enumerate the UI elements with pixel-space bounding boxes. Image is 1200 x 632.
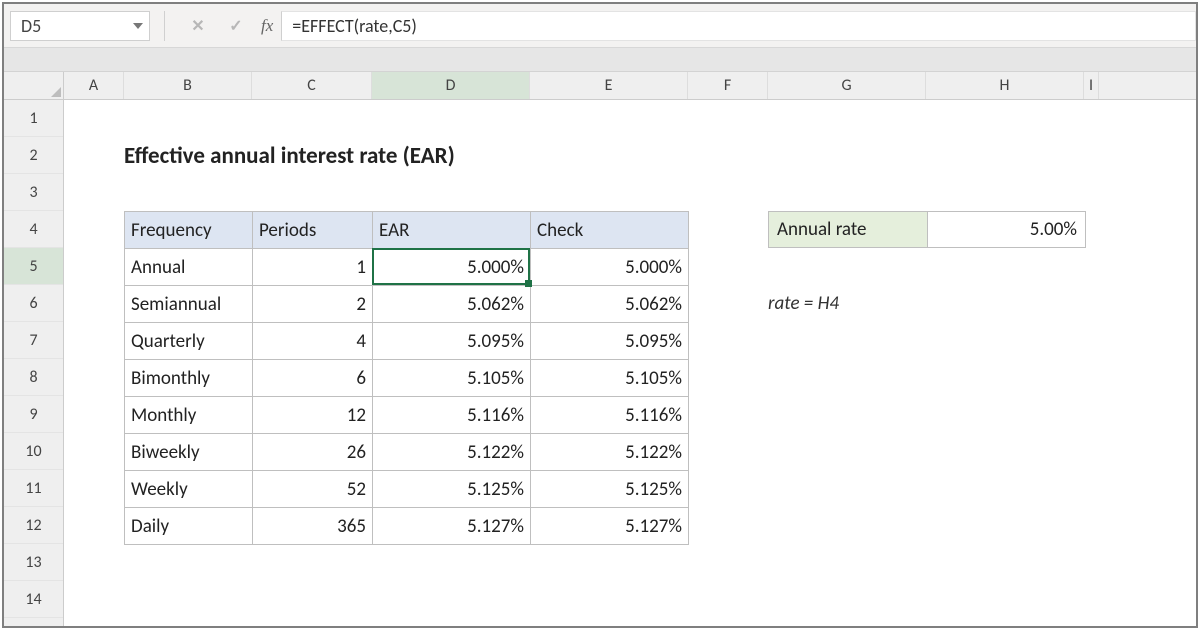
chevron-down-icon [133,23,143,29]
row-header-8[interactable]: 8 [4,359,63,396]
table-row: Quarterly 4 5.095% 5.095% [125,323,689,360]
row-header-5[interactable]: 5 [4,248,63,285]
check-icon: ✓ [229,16,242,36]
cells-area[interactable]: Effective annual interest rate (EAR) Fre… [64,100,1196,626]
row-header-14[interactable]: 14 [4,581,63,618]
cell-frequency[interactable]: Biweekly [125,434,253,471]
cell-ear[interactable]: 5.127% [373,508,531,545]
th-periods[interactable]: Periods [253,212,373,249]
row-header-11[interactable]: 11 [4,470,63,507]
cell-check[interactable]: 5.122% [531,434,689,471]
cell-check[interactable]: 5.105% [531,360,689,397]
ribbon-gap [4,48,1196,72]
cell-periods[interactable]: 12 [253,397,373,434]
cell-periods[interactable]: 26 [253,434,373,471]
col-header-C[interactable]: C [252,72,372,99]
row-header-9[interactable]: 9 [4,396,63,433]
cell-periods[interactable]: 6 [253,360,373,397]
cell-ear[interactable]: 5.105% [373,360,531,397]
cell-frequency[interactable]: Daily [125,508,253,545]
row-header-2[interactable]: 2 [4,137,63,174]
name-box-value: D5 [21,15,41,37]
col-header-H[interactable]: H [926,72,1084,99]
cell-periods[interactable]: 1 [253,249,373,286]
col-header-G[interactable]: G [768,72,926,99]
col-header-F[interactable]: F [688,72,768,99]
row-header-10[interactable]: 10 [4,433,63,470]
row-header-13[interactable]: 13 [4,544,63,581]
col-header-E[interactable]: E [530,72,688,99]
cancel-formula-button[interactable]: ✕ [185,13,211,39]
col-header-I[interactable]: I [1084,72,1099,99]
cell-periods[interactable]: 365 [253,508,373,545]
table-header-row: Frequency Periods EAR Check [125,212,689,249]
formula-text: =EFFECT(rate,C5) [292,15,417,37]
cell-check[interactable]: 5.116% [531,397,689,434]
th-check[interactable]: Check [531,212,689,249]
cell-frequency[interactable]: Monthly [125,397,253,434]
cell-periods[interactable]: 2 [253,286,373,323]
cell-periods[interactable]: 52 [253,471,373,508]
table-row: Daily 365 5.127% 5.127% [125,508,689,545]
table-row: Semiannual 2 5.062% 5.062% [125,286,689,323]
cell-frequency[interactable]: Bimonthly [125,360,253,397]
cell-frequency[interactable]: Semiannual [125,286,253,323]
table-row: Weekly 52 5.125% 5.125% [125,471,689,508]
table-row: Bimonthly 6 5.105% 5.105% [125,360,689,397]
annual-rate-block: Annual rate 5.00% [768,211,1086,248]
th-frequency[interactable]: Frequency [125,212,253,249]
divider [164,11,165,41]
col-header-B[interactable]: B [124,72,252,99]
cell-ear[interactable]: 5.062% [373,286,531,323]
col-header-D[interactable]: D [372,72,530,99]
th-ear[interactable]: EAR [373,212,531,249]
ear-table: Frequency Periods EAR Check Annual 1 5.0… [124,211,689,545]
row-headers: 1 2 3 4 5 6 7 8 9 10 11 12 13 14 [4,100,64,626]
cell-periods[interactable]: 4 [253,323,373,360]
row-header-7[interactable]: 7 [4,322,63,359]
cell-check[interactable]: 5.127% [531,508,689,545]
annual-rate-label[interactable]: Annual rate [769,212,927,247]
row-header-12[interactable]: 12 [4,507,63,544]
table-row: Biweekly 26 5.122% 5.122% [125,434,689,471]
fx-icon[interactable]: fx [261,16,273,36]
cell-frequency[interactable]: Weekly [125,471,253,508]
table-row: Monthly 12 5.116% 5.116% [125,397,689,434]
table-row: Annual 1 5.000% 5.000% [125,249,689,286]
cell-frequency[interactable]: Quarterly [125,323,253,360]
cell-ear[interactable]: 5.116% [373,397,531,434]
enter-formula-button[interactable]: ✓ [223,13,249,39]
row-header-4[interactable]: 4 [4,211,63,248]
row-header-3[interactable]: 3 [4,174,63,211]
cell-check[interactable]: 5.000% [531,249,689,286]
cell-ear[interactable]: 5.125% [373,471,531,508]
column-headers: A B C D E F G H I [4,72,1196,100]
row-header-6[interactable]: 6 [4,285,63,322]
formula-input[interactable]: =EFFECT(rate,C5) [281,11,1196,41]
row-header-1[interactable]: 1 [4,100,63,137]
cell-ear[interactable]: 5.000% [373,249,531,286]
formula-bar: D5 ✕ ✓ fx =EFFECT(rate,C5) [4,4,1196,48]
worksheet: A B C D E F G H I 1 2 3 4 5 6 7 8 9 10 1… [4,72,1196,626]
cell-frequency[interactable]: Annual [125,249,253,286]
cell-check[interactable]: 5.095% [531,323,689,360]
page-title: Effective annual interest rate (EAR) [124,137,455,174]
cell-check[interactable]: 5.125% [531,471,689,508]
annual-rate-value[interactable]: 5.00% [927,212,1085,247]
cell-check[interactable]: 5.062% [531,286,689,323]
select-all-triangle[interactable] [4,72,64,99]
cell-ear[interactable]: 5.122% [373,434,531,471]
close-icon: ✕ [191,16,204,36]
col-header-A[interactable]: A [64,72,124,99]
cell-ear[interactable]: 5.095% [373,323,531,360]
name-box[interactable]: D5 [10,11,150,41]
rate-note: rate = H4 [768,285,839,322]
